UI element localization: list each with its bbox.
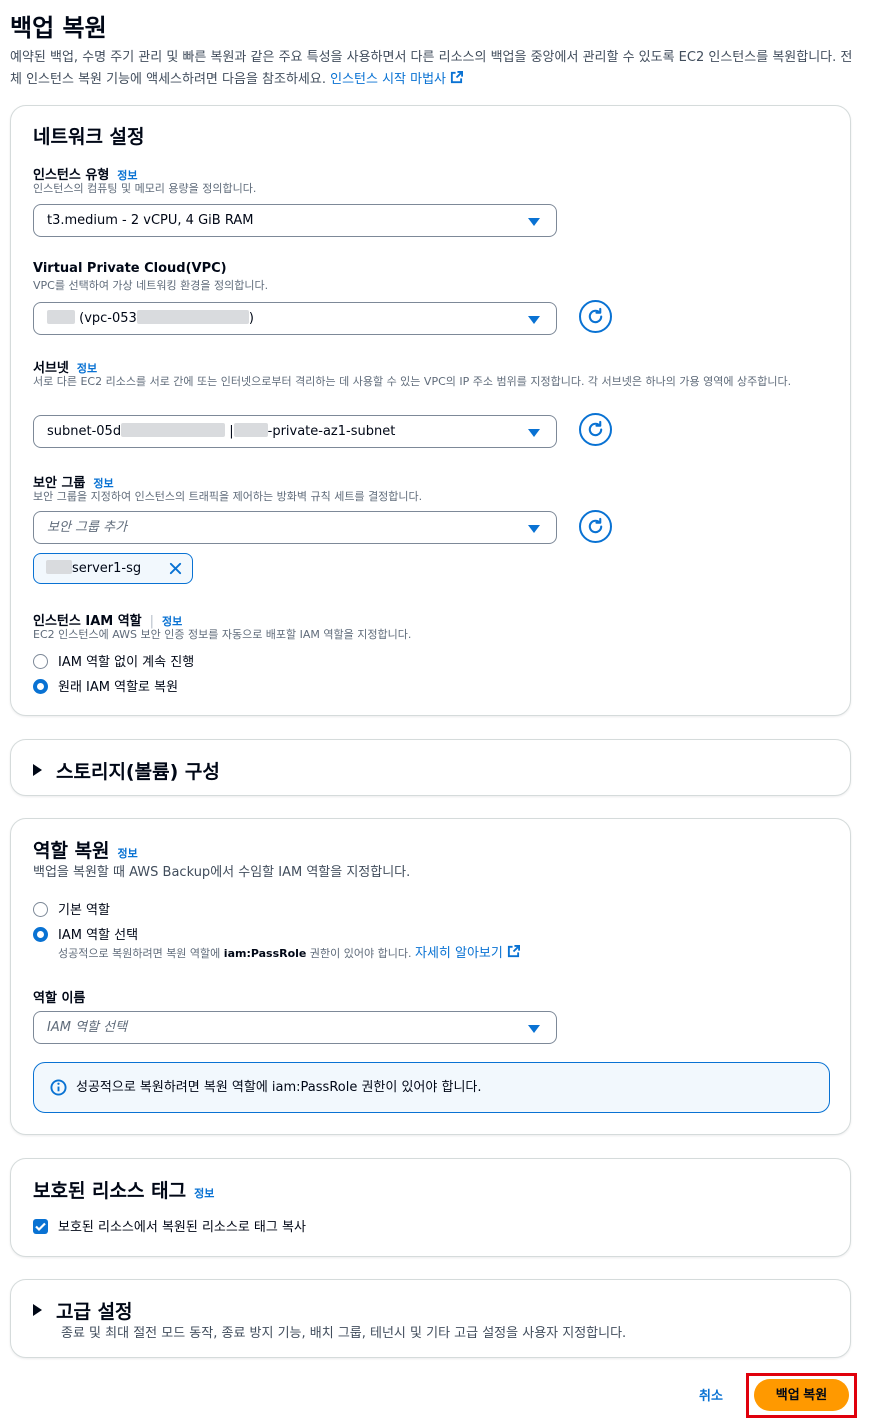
vpc-description: VPC를 선택하여 가상 네트워킹 환경을 정의합니다. — [33, 279, 269, 292]
redacted-block — [121, 423, 226, 437]
advanced-settings-description: 종료 및 최대 절전 모드 동작, 종료 방지 기능, 배치 그룹, 테넌시 및… — [61, 1326, 627, 1341]
page-description: 예약된 백업, 수명 주기 관리 및 빠른 복원과 같은 주요 특성을 사용하면… — [10, 47, 860, 91]
instance-type-description: 인스턴스의 컴퓨팅 및 메모리 용량을 정의합니다. — [33, 182, 257, 195]
caret-down-icon — [528, 525, 540, 533]
learn-more-link[interactable]: 자세히 알아보기 — [415, 945, 520, 961]
vpc-value-prefix: (vpc-053 — [79, 311, 137, 326]
restore-role-hint: 성공적으로 복원하려면 복원 역할에 iam:PassRole 권한이 있어야 … — [58, 945, 520, 962]
subnet-refresh-button[interactable] — [579, 413, 612, 446]
radio-unselected[interactable] — [33, 654, 48, 669]
advanced-settings-expander[interactable]: 고급 설정 — [33, 1297, 133, 1324]
restore-backup-button[interactable]: 백업 복원 — [754, 1379, 849, 1411]
security-group-token-label: server1-sg — [72, 561, 142, 576]
role-name-label: 역할 이름 — [33, 991, 86, 1006]
redacted-block — [46, 560, 72, 574]
caret-down-icon — [528, 429, 540, 437]
iam-role-option-none[interactable]: IAM 역할 없이 계속 진행 — [33, 651, 194, 670]
security-group-token: server1-sg — [33, 553, 193, 584]
vpc-value-suffix: ) — [248, 311, 254, 326]
caret-down-icon — [528, 1025, 540, 1033]
refresh-icon — [588, 517, 603, 534]
caret-down-icon — [528, 218, 540, 226]
caret-right-icon — [33, 764, 42, 776]
restore-role-option-choose[interactable]: IAM 역할 선택 — [33, 924, 138, 943]
external-link-icon — [507, 945, 520, 958]
radio-selected[interactable] — [33, 679, 48, 694]
vpc-refresh-button[interactable] — [579, 300, 612, 333]
radio-selected[interactable] — [33, 927, 48, 942]
advanced-settings-card[interactable]: 고급 설정 종료 및 최대 절전 모드 동작, 종료 방지 기능, 배치 그룹,… — [10, 1279, 851, 1358]
check-icon — [35, 1222, 46, 1232]
resource-tags-card: 보호된 리소스 태그 정보 보호된 리소스에서 복원된 리소스로 태그 복사 — [10, 1158, 851, 1257]
network-settings-card: 네트워크 설정 인스턴스 유형 정보 인스턴스의 컴퓨팅 및 메모리 용량을 정의… — [10, 105, 851, 716]
restore-role-card: 역할 복원 정보 백업을 복원할 때 AWS Backup에서 수임할 IAM 역… — [10, 818, 851, 1135]
redacted-block — [136, 310, 249, 324]
iam-role-description: EC2 인스턴스에 AWS 보안 인증 정보를 자동으로 배포할 IAM 역할을… — [33, 628, 412, 641]
storage-config-expander[interactable]: 스토리지(볼륨) 구성 — [33, 757, 220, 784]
resource-tags-heading: 보호된 리소스 태그 정보 — [33, 1180, 215, 1202]
security-group-select[interactable]: 보안 그룹 추가 — [33, 511, 557, 544]
refresh-icon — [588, 420, 603, 437]
subnet-value-separator: | — [229, 424, 234, 439]
caret-down-icon — [528, 316, 540, 324]
checkbox-checked[interactable] — [33, 1219, 48, 1234]
iam-role-option-original[interactable]: 원래 IAM 역할로 복원 — [33, 676, 178, 695]
copy-tags-checkbox-row[interactable]: 보호된 리소스에서 복원된 리소스로 태그 복사 — [33, 1216, 306, 1235]
security-group-refresh-button[interactable] — [579, 510, 612, 543]
cancel-button[interactable]: 취소 — [699, 1385, 723, 1404]
role-name-select[interactable]: IAM 역할 선택 — [33, 1011, 557, 1044]
restore-role-option-default[interactable]: 기본 역할 — [33, 899, 110, 918]
subnet-value-suffix: -private-az1-subnet — [267, 424, 396, 439]
subnet-select[interactable]: subnet-05d | -private-az1-subnet — [33, 415, 557, 448]
subnet-description: 서로 다른 EC2 리소스를 서로 간에 또는 인터넷으로부터 격리하는 데 사… — [33, 375, 792, 388]
storage-config-card[interactable]: 스토리지(볼륨) 구성 — [10, 739, 851, 796]
refresh-icon — [588, 307, 603, 324]
passrole-info-alert: 성공적으로 복원하려면 복원 역할에 iam:PassRole 권한이 있어야 … — [33, 1062, 830, 1113]
resource-tags-info-link[interactable]: 정보 — [194, 1187, 214, 1200]
vpc-label: Virtual Private Cloud(VPC) — [33, 261, 227, 276]
radio-unselected[interactable] — [33, 902, 48, 917]
passrole-alert-text: 성공적으로 복원하려면 복원 역할에 iam:PassRole 권한이 있어야 … — [76, 1080, 482, 1095]
network-settings-heading: 네트워크 설정 — [33, 126, 145, 148]
vpc-select[interactable]: (vpc-053) — [33, 302, 557, 335]
info-icon — [50, 1079, 67, 1096]
restore-role-description: 백업을 복원할 때 AWS Backup에서 수임할 IAM 역할을 지정합니다… — [33, 865, 411, 880]
subnet-value-prefix: subnet-05d — [47, 424, 122, 439]
security-group-placeholder: 보안 그룹 추가 — [47, 520, 128, 535]
role-name-placeholder: IAM 역할 선택 — [47, 1020, 128, 1035]
restore-role-info-link[interactable]: 정보 — [118, 847, 138, 860]
instance-type-select[interactable]: t3.medium - 2 vCPU, 4 GiB RAM — [33, 204, 557, 237]
security-group-description: 보안 그룹을 지정하여 인스턴스의 트래픽을 제어하는 방화벽 규칙 세트를 결… — [33, 490, 423, 503]
instance-type-value: t3.medium - 2 vCPU, 4 GiB RAM — [47, 213, 254, 228]
external-link-icon — [450, 71, 464, 84]
page-title: 백업 복원 — [10, 14, 107, 42]
redacted-block — [47, 310, 75, 324]
restore-role-heading: 역할 복원 정보 — [33, 840, 138, 862]
launch-wizard-link[interactable]: 인스턴스 시작 마법사 — [330, 71, 464, 87]
caret-right-icon — [33, 1304, 42, 1316]
redacted-block — [233, 423, 268, 437]
close-icon[interactable] — [168, 561, 183, 576]
